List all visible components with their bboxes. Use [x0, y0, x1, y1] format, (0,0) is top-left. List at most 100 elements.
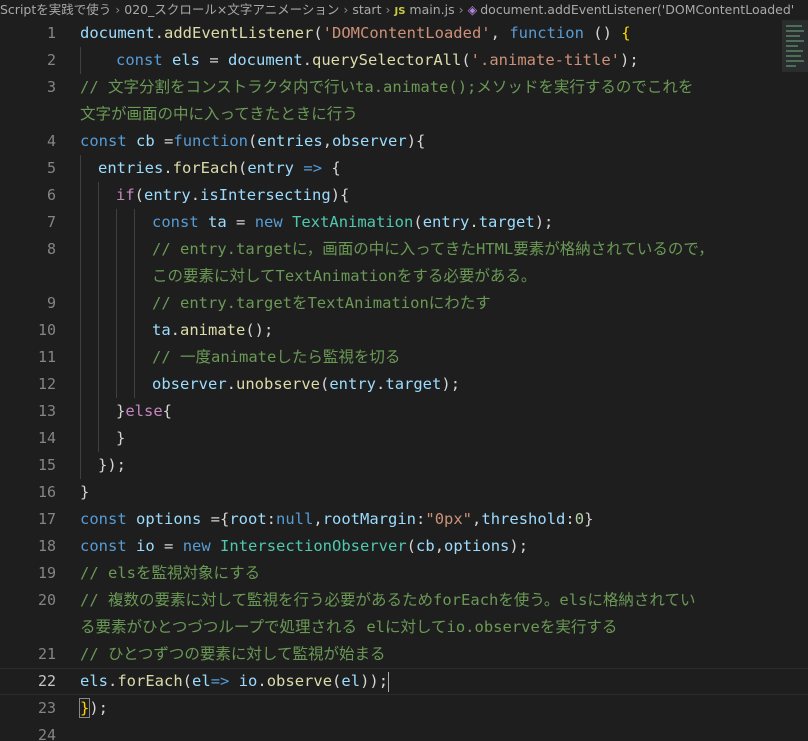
code-line[interactable]: 23}); [0, 695, 808, 722]
code-token: . [154, 24, 164, 42]
indent-guide [98, 371, 99, 398]
code-token: ); [509, 537, 529, 555]
code-token: if [116, 186, 135, 204]
line-number: 15 [37, 456, 56, 474]
indent-guide [80, 47, 81, 74]
code-comment: // 一度animateしたら監視を切る [152, 348, 401, 366]
code-area[interactable]: 1 document.addEventListener('DOMContentLo… [0, 20, 808, 741]
indent-guide [98, 398, 99, 425]
code-line[interactable]: 17 const options ={root:null,rootMargin:"… [0, 506, 808, 533]
code-text: els.forEach(el=> io.observe(el)); [80, 668, 390, 695]
code-line[interactable]: 5 entries.forEach(entry => { [0, 155, 808, 182]
code-text: // 複数の要素に対して監視を行う必要があるためforEachを使う。elsに格… [80, 587, 695, 614]
indent-guide [98, 425, 99, 452]
code-line[interactable]: 7 const ta = new TextAnimation(entry.targ… [0, 209, 808, 236]
breadcrumb-folder-start[interactable]: start [352, 2, 381, 17]
code-text: // ひとつずつの要素に対して監視が始まる [80, 641, 385, 668]
code-text: }); [78, 695, 108, 722]
code-token: } [116, 429, 126, 447]
code-token: root [229, 510, 267, 528]
code-line[interactable]: 20 // 複数の要素に対して監視を行う必要があるためforEachを使う。els… [0, 587, 808, 614]
code-line[interactable]: 16} [0, 479, 808, 506]
code-line[interactable]: この要素に対してTextAnimationをする必要がある。 [0, 263, 808, 290]
code-token: ){ [330, 186, 350, 204]
indent-guide [98, 182, 99, 209]
code-line[interactable]: 1 document.addEventListener('DOMContentLo… [0, 20, 808, 47]
code-line[interactable]: 10 ta.animate(); [0, 317, 808, 344]
code-token: '.animate-title' [470, 51, 620, 69]
line-number: 23 [37, 699, 56, 717]
code-line[interactable]: 6 if(entry.isIntersecting){ [0, 182, 808, 209]
code-line[interactable]: 15}); [0, 452, 808, 479]
indent-guide [80, 398, 81, 425]
code-comment: る要素がひとつづつループで処理される elに対してio.observeを実行する [80, 618, 618, 636]
code-line[interactable]: 22 els.forEach(el=> io.observe(el)); [0, 668, 808, 695]
breadcrumb-folder-020[interactable]: 020_スクロール×文字アニメーション [124, 2, 339, 17]
code-token: = [154, 132, 174, 150]
line-number: 3 [46, 78, 56, 96]
code-line[interactable]: 文字が画面の中に入ってきたときに行う [0, 101, 808, 128]
breadcrumb-file-main-js[interactable]: main.js [409, 2, 454, 17]
chevron-right-icon: › [343, 2, 349, 17]
code-line[interactable]: 9 // entry.targetをTextAnimationにわたす [0, 290, 808, 317]
code-token: = [226, 213, 255, 231]
code-line[interactable]: 12 observer.unobserve(entry.target); [0, 371, 808, 398]
code-token: , [322, 132, 333, 150]
code-token: const [80, 537, 127, 555]
code-token: . [226, 375, 236, 393]
code-line[interactable]: 11 // 一度animateしたら監視を切る [0, 344, 808, 371]
code-token: entry [329, 375, 377, 393]
code-token: "0px" [425, 510, 473, 528]
breadcrumb-folder-scripts[interactable]: Scriptを実践で使う [0, 2, 111, 17]
code-token: . [108, 672, 118, 690]
code-text: const cb =function(entries,observer){ [80, 128, 425, 155]
breadcrumb-symbol[interactable]: document.addEventListener('DOMContentLoa… [480, 2, 794, 17]
code-line[interactable]: 2 const els = document.querySelectorAll('… [0, 47, 808, 74]
code-line[interactable]: 21 // ひとつずつの要素に対して監視が始まる [0, 641, 808, 668]
code-token: observe [266, 672, 333, 690]
line-number: 19 [37, 564, 56, 582]
indent-guide [116, 263, 117, 290]
code-line[interactable]: 3 // 文字分割をコンストラクタ内で行いta.animate();メソッドを実行… [0, 74, 808, 101]
indent-guide [98, 263, 99, 290]
code-token: , [472, 510, 482, 528]
code-line[interactable]: 14} [0, 425, 808, 452]
code-line[interactable]: 18 const io = new IntersectionObserver(cb… [0, 533, 808, 560]
code-token: new [182, 537, 211, 555]
code-line[interactable]: 19 // elsを監視対象にする [0, 560, 808, 587]
code-token: ( [313, 24, 323, 42]
code-token: { [162, 402, 173, 420]
code-comment: // elsを監視対象にする [80, 564, 261, 582]
code-editor[interactable]: Scriptを実践で使う › 020_スクロール×文字アニメーション › start › J… [0, 0, 808, 741]
code-token: querySelectorAll [312, 51, 462, 69]
code-token: ( [413, 213, 423, 231]
indent-guide [80, 317, 81, 344]
code-text: } [116, 425, 125, 452]
code-line[interactable]: る要素がひとつづつループで処理される elに対してio.observeを実行する [0, 614, 808, 641]
indent-guide [98, 209, 99, 236]
indent-guide [98, 317, 99, 344]
code-token: ( [332, 672, 342, 690]
code-token: , [434, 537, 445, 555]
code-token: el [341, 672, 361, 690]
code-line[interactable]: 4 const cb =function(entries,observer){ [0, 128, 808, 155]
indent-guide [80, 425, 81, 452]
code-token: (); [245, 321, 274, 339]
code-line[interactable]: 24 [0, 722, 808, 741]
code-line[interactable]: 8 // entry.targetに，画面の中に入ってきたHTML要素が格納されて… [0, 236, 808, 263]
code-token: ( [182, 672, 193, 690]
indent-guide [134, 344, 135, 371]
code-token: observer [332, 132, 407, 150]
line-number: 5 [46, 159, 56, 177]
code-token: forEach [117, 672, 183, 690]
code-token: ( [134, 186, 145, 204]
code-line[interactable]: 13}else{ [0, 398, 808, 425]
code-token: } [116, 402, 126, 420]
code-token: entries [98, 159, 164, 177]
code-text: // elsを監視対象にする [80, 560, 260, 587]
